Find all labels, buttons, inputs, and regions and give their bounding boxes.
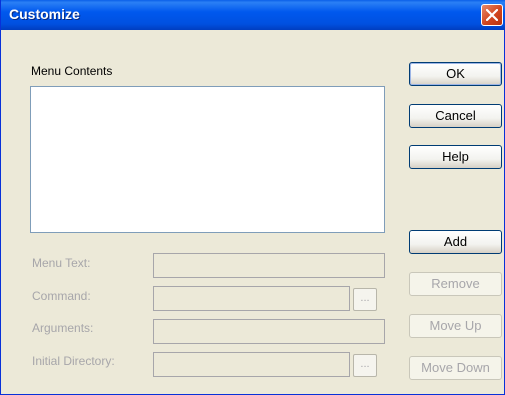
move-down-button[interactable]: Move Down bbox=[409, 356, 502, 380]
initial-directory-browse-button[interactable]: ... bbox=[353, 354, 377, 377]
menu-contents-label: Menu Contents bbox=[31, 64, 113, 78]
command-browse-button[interactable]: ... bbox=[353, 288, 377, 311]
menu-text-input[interactable] bbox=[153, 253, 385, 278]
remove-button[interactable]: Remove bbox=[409, 272, 502, 296]
initial-directory-input[interactable] bbox=[153, 352, 350, 377]
menu-contents-list[interactable] bbox=[30, 86, 385, 233]
close-icon bbox=[486, 9, 498, 21]
ok-button[interactable]: OK bbox=[409, 62, 502, 86]
command-label: Command: bbox=[32, 289, 91, 303]
add-button[interactable]: Add bbox=[409, 230, 502, 254]
command-input[interactable] bbox=[153, 286, 350, 311]
menu-text-label: Menu Text: bbox=[32, 256, 91, 270]
cancel-button[interactable]: Cancel bbox=[409, 104, 502, 128]
window-title: Customize bbox=[9, 6, 80, 22]
arguments-label: Arguments: bbox=[32, 321, 94, 335]
help-button[interactable]: Help bbox=[409, 145, 502, 169]
initial-directory-label: Initial Directory: bbox=[32, 354, 115, 368]
arguments-input[interactable] bbox=[153, 319, 385, 344]
move-up-button[interactable]: Move Up bbox=[409, 314, 502, 338]
title-bar[interactable]: Customize bbox=[1, 0, 505, 30]
customize-dialog: Customize Menu Contents Menu Text: Comma… bbox=[0, 0, 505, 395]
close-button[interactable] bbox=[481, 4, 503, 26]
